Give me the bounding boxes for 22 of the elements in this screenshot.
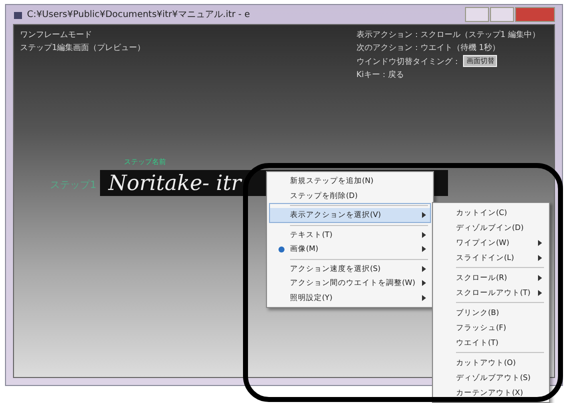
submenu-arrow-icon xyxy=(422,246,426,252)
close-button[interactable] xyxy=(515,7,555,22)
submenu-arrow-icon xyxy=(538,254,542,260)
maximize-button[interactable] xyxy=(490,7,514,22)
info-text: 次のアクション：ウエイト（待機 1秒） xyxy=(356,42,500,53)
minimize-button[interactable] xyxy=(465,7,489,22)
submenu-arrow-icon xyxy=(422,266,426,272)
info-text: 表示アクション：スクロール（ステップ1 編集中） xyxy=(356,29,540,40)
submenu-arrow-icon xyxy=(538,274,542,280)
mode-label: ワンフレームモード xyxy=(20,29,92,40)
submenu-arrow-icon xyxy=(538,290,542,296)
key-hint: Kiキー：戻る xyxy=(356,69,404,80)
window-title: C:¥Users¥Public¥Documents¥itr¥マニュアル.itr - e xyxy=(27,9,251,21)
submenu-arrow-icon xyxy=(538,240,542,246)
switch-label: ウインドウ切替タイミング： xyxy=(356,56,460,66)
check-icon xyxy=(278,246,284,253)
screen-label: ステップ1編集画面（プレビュー） xyxy=(20,42,146,53)
app-icon xyxy=(13,10,23,20)
submenu-arrow-icon xyxy=(422,280,426,286)
submenu-arrow-icon xyxy=(422,232,426,238)
submenu-arrow-icon xyxy=(422,212,426,218)
submenu-arrow-icon xyxy=(422,294,426,301)
